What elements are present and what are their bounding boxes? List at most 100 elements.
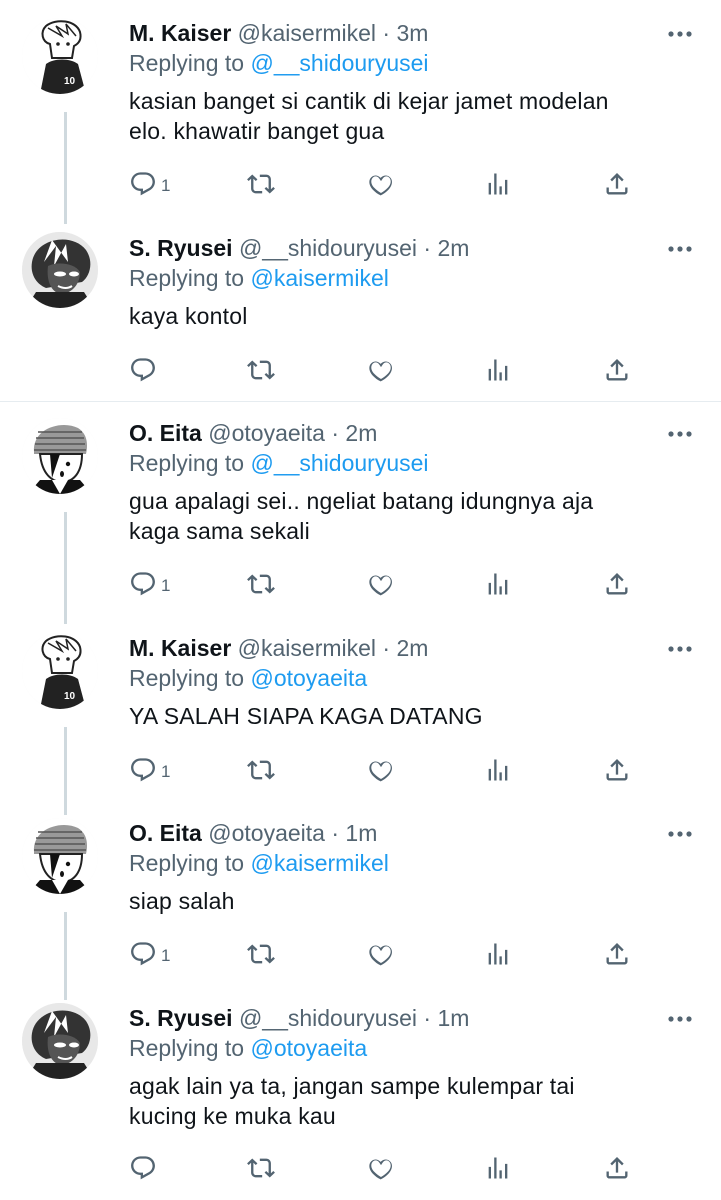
- user-handle[interactable]: @otoyaeita: [208, 420, 325, 446]
- views-icon: [484, 356, 512, 389]
- avatar[interactable]: 10: [22, 18, 98, 94]
- tweet-actions: 1: [129, 170, 649, 202]
- reply-button[interactable]: [129, 1154, 161, 1186]
- reply-button[interactable]: 1: [129, 570, 170, 602]
- views-button[interactable]: [484, 756, 512, 788]
- more-icon[interactable]: [665, 1009, 695, 1029]
- thread-connector-line: [64, 112, 67, 224]
- tweet[interactable]: M. Kaiser @kaisermikel · 2m Replying to @…: [129, 633, 701, 731]
- avatar[interactable]: [22, 232, 98, 308]
- share-button[interactable]: [603, 170, 631, 202]
- display-name[interactable]: S. Ryusei: [129, 235, 233, 261]
- mention-link[interactable]: @otoyaeita: [250, 1035, 367, 1061]
- like-button[interactable]: [367, 940, 395, 972]
- share-icon: [603, 1154, 631, 1187]
- share-button[interactable]: [603, 940, 631, 972]
- tweet[interactable]: O. Eita @otoyaeita · 2m Replying to @__sh…: [129, 418, 701, 546]
- replying-to: Replying to @__shidouryusei: [129, 48, 701, 78]
- more-icon[interactable]: [665, 24, 695, 44]
- views-button[interactable]: [484, 1154, 512, 1186]
- tweet-header: O. Eita @otoyaeita · 1m: [129, 818, 701, 848]
- user-handle[interactable]: @kaisermikel: [238, 635, 376, 661]
- avatar[interactable]: 10: [22, 633, 98, 709]
- views-button[interactable]: [484, 356, 512, 388]
- tweet[interactable]: S. Ryusei @__shidouryusei · 2m Replying t…: [129, 233, 701, 331]
- display-name[interactable]: M. Kaiser: [129, 635, 231, 661]
- retweet-button[interactable]: [247, 1154, 275, 1186]
- tweet-header: S. Ryusei @__shidouryusei · 1m: [129, 1003, 701, 1033]
- reply-button[interactable]: [129, 356, 161, 388]
- heart-icon: [367, 756, 395, 789]
- retweet-button[interactable]: [247, 756, 275, 788]
- retweet-button[interactable]: [247, 356, 275, 388]
- replying-to-label: Replying to: [129, 50, 245, 76]
- reply-button[interactable]: 1: [129, 170, 170, 202]
- more-icon[interactable]: [665, 639, 695, 659]
- heart-icon: [367, 356, 395, 389]
- views-button[interactable]: [484, 570, 512, 602]
- retweet-button[interactable]: [247, 940, 275, 972]
- avatar[interactable]: [22, 818, 98, 894]
- share-button[interactable]: [603, 356, 631, 388]
- share-icon: [603, 170, 631, 203]
- replying-to-label: Replying to: [129, 450, 245, 476]
- timestamp[interactable]: 3m: [396, 20, 428, 46]
- share-icon: [603, 356, 631, 389]
- more-icon[interactable]: [665, 824, 695, 844]
- thread-connector-line: [64, 727, 67, 815]
- replying-to: Replying to @otoyaeita: [129, 663, 701, 693]
- share-button[interactable]: [603, 756, 631, 788]
- heart-icon: [367, 1154, 395, 1187]
- reply-button[interactable]: 1: [129, 756, 170, 788]
- like-button[interactable]: [367, 170, 395, 202]
- mention-link[interactable]: @__shidouryusei: [250, 450, 428, 476]
- views-button[interactable]: [484, 940, 512, 972]
- views-button[interactable]: [484, 170, 512, 202]
- tweet-actions: 1: [129, 940, 649, 972]
- more-icon[interactable]: [665, 424, 695, 444]
- separator-dot: ·: [331, 820, 340, 846]
- mention-link[interactable]: @kaisermikel: [250, 265, 388, 291]
- display-name[interactable]: O. Eita: [129, 820, 202, 846]
- like-button[interactable]: [367, 570, 395, 602]
- tweet-text-line: agak lain ya ta, jangan sampe kulempar t…: [129, 1073, 575, 1099]
- timestamp[interactable]: 2m: [396, 635, 428, 661]
- display-name[interactable]: O. Eita: [129, 420, 202, 446]
- timestamp[interactable]: 2m: [437, 235, 469, 261]
- display-name[interactable]: M. Kaiser: [129, 20, 231, 46]
- retweet-button[interactable]: [247, 570, 275, 602]
- avatar[interactable]: [22, 418, 98, 494]
- reply-button[interactable]: 1: [129, 940, 170, 972]
- user-handle[interactable]: @otoyaeita: [208, 820, 325, 846]
- share-icon: [603, 940, 631, 973]
- replying-to: Replying to @kaisermikel: [129, 263, 701, 293]
- retweet-button[interactable]: [247, 170, 275, 202]
- share-button[interactable]: [603, 570, 631, 602]
- like-button[interactable]: [367, 1154, 395, 1186]
- more-icon[interactable]: [665, 239, 695, 259]
- like-button[interactable]: [367, 756, 395, 788]
- timestamp[interactable]: 2m: [345, 420, 377, 446]
- retweet-icon: [247, 756, 275, 789]
- display-name[interactable]: S. Ryusei: [129, 1005, 233, 1031]
- tweet[interactable]: M. Kaiser @kaisermikel · 3m Replying to @…: [129, 18, 701, 146]
- separator-dot: ·: [382, 20, 391, 46]
- user-handle[interactable]: @kaisermikel: [238, 20, 376, 46]
- timestamp[interactable]: 1m: [345, 820, 377, 846]
- share-icon: [603, 756, 631, 789]
- mention-link[interactable]: @__shidouryusei: [250, 50, 428, 76]
- mention-link[interactable]: @kaisermikel: [250, 850, 388, 876]
- mention-link[interactable]: @otoyaeita: [250, 665, 367, 691]
- user-handle[interactable]: @__shidouryusei: [239, 1005, 417, 1031]
- share-button[interactable]: [603, 1154, 631, 1186]
- retweet-icon: [247, 356, 275, 389]
- avatar[interactable]: [22, 1003, 98, 1079]
- tweet[interactable]: S. Ryusei @__shidouryusei · 1m Replying t…: [129, 1003, 701, 1131]
- user-handle[interactable]: @__shidouryusei: [239, 235, 417, 261]
- tweet[interactable]: O. Eita @otoyaeita · 1m Replying to @kais…: [129, 818, 701, 916]
- tweet-header: M. Kaiser @kaisermikel · 2m: [129, 633, 701, 663]
- timestamp[interactable]: 1m: [437, 1005, 469, 1031]
- svg-text:10: 10: [64, 691, 76, 702]
- like-button[interactable]: [367, 356, 395, 388]
- retweet-icon: [247, 1154, 275, 1187]
